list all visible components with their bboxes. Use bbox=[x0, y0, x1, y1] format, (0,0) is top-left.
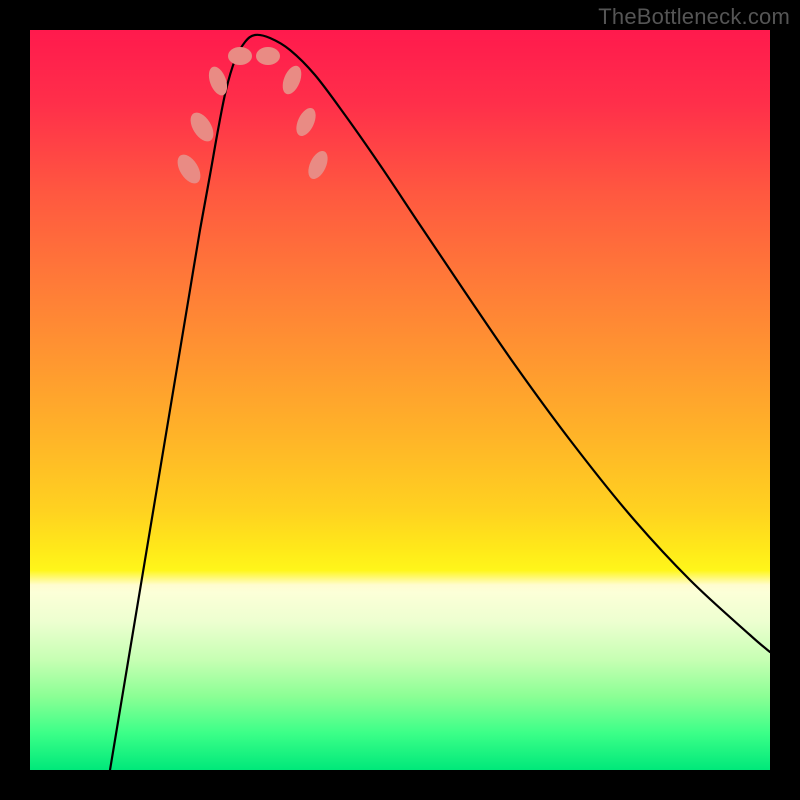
curve-marker bbox=[173, 151, 205, 188]
curve-marker bbox=[205, 64, 230, 98]
bottleneck-curve bbox=[110, 35, 770, 770]
watermark-text: TheBottleneck.com bbox=[598, 4, 790, 30]
curve-marker bbox=[186, 109, 218, 146]
curve-marker bbox=[279, 63, 305, 97]
chart-svg bbox=[30, 30, 770, 770]
curve-marker bbox=[292, 105, 319, 139]
curve-marker bbox=[256, 47, 280, 65]
curve-marker bbox=[228, 47, 252, 65]
curve-marker bbox=[304, 148, 331, 182]
